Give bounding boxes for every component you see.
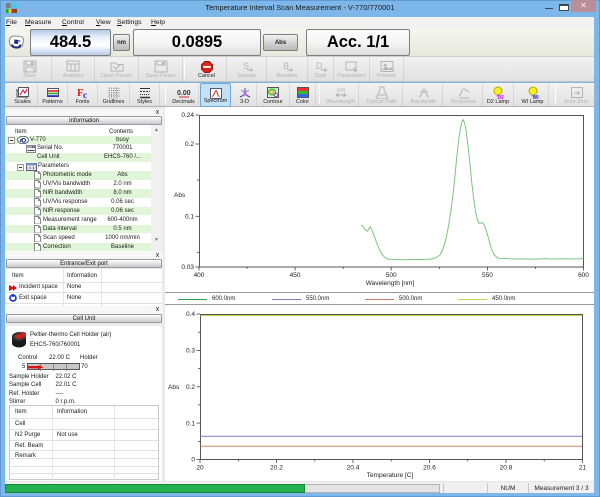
svg-text:0.4: 0.4 [186,311,195,318]
svg-text:0.24: 0.24 [181,112,194,119]
svg-text:0.2: 0.2 [185,141,194,148]
svg-text:20.4: 20.4 [347,464,360,471]
svg-text:450: 450 [290,272,301,279]
svg-text:Abs: Abs [174,192,186,199]
svg-text:400: 400 [194,272,205,279]
svg-text:20.6: 20.6 [423,464,436,471]
svg-text:0.03: 0.03 [181,264,194,271]
svg-text:20.2: 20.2 [270,464,283,471]
svg-text:0.1: 0.1 [185,214,194,221]
svg-text:Abs: Abs [168,384,180,391]
svg-text:550: 550 [482,272,493,279]
svg-text:600: 600 [578,272,589,279]
svg-text:20.8: 20.8 [500,464,513,471]
svg-text:0.00: 0.00 [177,90,191,97]
svg-text:0.1: 0.1 [186,420,195,427]
svg-text:Wavelength [nm]: Wavelength [nm] [366,280,415,287]
svg-text:21: 21 [579,464,587,471]
svg-text:500: 500 [386,272,397,279]
svg-text:c: c [83,90,87,99]
svg-text:20: 20 [196,464,204,471]
svg-text:0: 0 [191,456,195,463]
svg-text:0.2: 0.2 [186,384,195,391]
svg-text:Temperature [C]: Temperature [C] [367,472,414,479]
svg-text:0.3: 0.3 [186,347,195,354]
